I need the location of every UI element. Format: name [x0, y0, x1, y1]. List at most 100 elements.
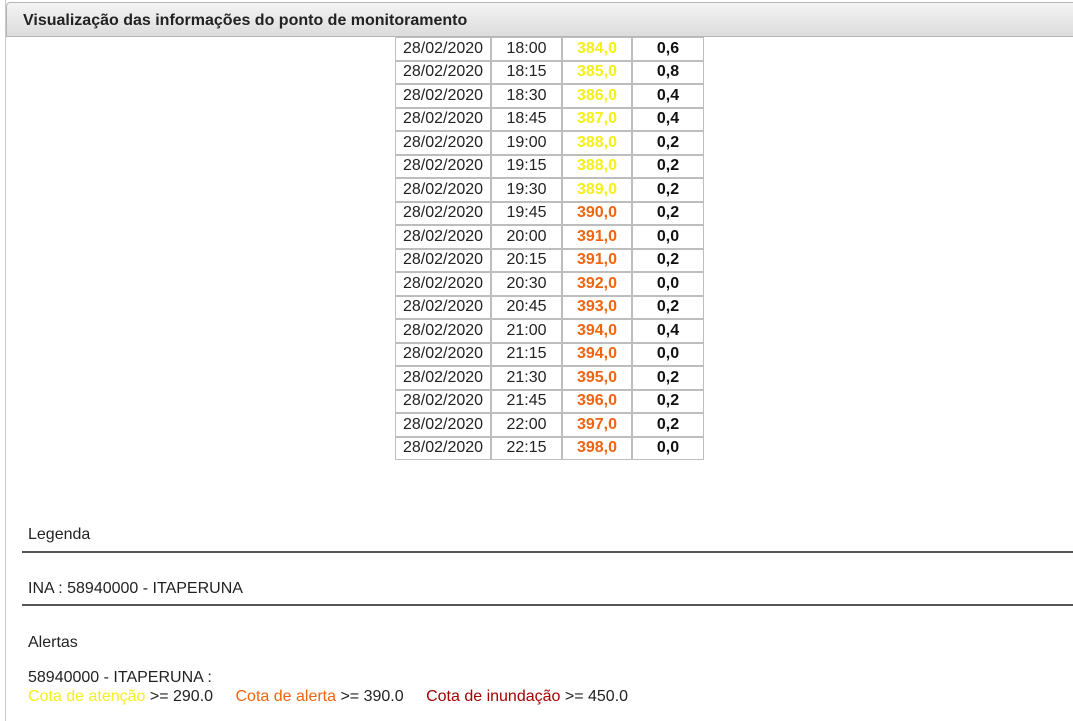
- level-cell: 388,0: [562, 154, 632, 178]
- table-row: 28/02/2020 21:00 394,0 0,4: [395, 319, 704, 343]
- alert-value: >= 390.0: [336, 688, 404, 705]
- alert-label: Cota de alerta: [235, 688, 337, 705]
- rain-cell: 0,4: [632, 319, 704, 343]
- attention-threshold: Cota de atenção >= 290.0: [28, 688, 213, 705]
- time-cell: 18:45: [491, 107, 562, 131]
- rain-cell: 0,2: [632, 178, 704, 202]
- alerts-station: 58940000 - ITAPERUNA :: [28, 669, 212, 686]
- alerts-thresholds: Cota de atenção >= 290.0 Cota de alerta …: [28, 688, 646, 706]
- legend-divider: [22, 551, 1073, 553]
- readings-table: 28/02/2020 18:00 384,0 0,6 28/02/2020 18:15 38…: [395, 37, 704, 460]
- flood-label: Cota de inundação: [426, 688, 561, 705]
- time-cell: 19:15: [491, 154, 562, 178]
- table-row: 28/02/2020 19:00 388,0 0,2: [395, 131, 704, 155]
- rain-cell: 0,4: [632, 107, 704, 131]
- level-cell: 388,0: [562, 131, 632, 155]
- table-row: 28/02/2020 21:30 395,0 0,2: [395, 366, 704, 390]
- time-cell: 19:30: [491, 178, 562, 202]
- legend-station: INA : 58940000 - ITAPERUNA: [28, 580, 243, 597]
- attention-value: >= 290.0: [145, 688, 214, 705]
- level-cell: 394,0: [562, 319, 632, 343]
- date-cell: 28/02/2020: [395, 131, 491, 155]
- date-cell: 28/02/2020: [395, 201, 491, 225]
- table-row: 28/02/2020 20:00 391,0 0,0: [395, 225, 704, 249]
- time-cell: 20:30: [491, 272, 562, 296]
- rain-cell: 0,2: [632, 131, 704, 155]
- time-cell: 20:45: [491, 295, 562, 319]
- time-cell: 19:00: [491, 131, 562, 155]
- rain-cell: 0,2: [632, 248, 704, 272]
- rain-cell: 0,8: [632, 60, 704, 84]
- date-cell: 28/02/2020: [395, 248, 491, 272]
- table-row: 28/02/2020 18:00 384,0 0,6: [395, 37, 704, 61]
- time-cell: 20:15: [491, 248, 562, 272]
- rain-cell: 0,6: [632, 37, 704, 61]
- date-cell: 28/02/2020: [395, 107, 491, 131]
- time-cell: 19:45: [491, 201, 562, 225]
- rain-cell: 0,2: [632, 413, 704, 437]
- date-cell: 28/02/2020: [395, 272, 491, 296]
- time-cell: 21:30: [491, 366, 562, 390]
- flood-value: >= 450.0: [560, 688, 629, 705]
- level-cell: 398,0: [562, 436, 632, 460]
- rain-cell: 0,2: [632, 154, 704, 178]
- time-cell: 18:00: [491, 37, 562, 61]
- date-cell: 28/02/2020: [395, 342, 491, 366]
- level-cell: 396,0: [562, 389, 632, 413]
- time-cell: 21:45: [491, 389, 562, 413]
- level-cell: 390,0: [562, 201, 632, 225]
- table-row: 28/02/2020 18:30 386,0 0,4: [395, 84, 704, 108]
- level-cell: 392,0: [562, 272, 632, 296]
- date-cell: 28/02/2020: [395, 60, 491, 84]
- panel-title: Visualização das informações do ponto de…: [23, 12, 468, 29]
- table-row: 28/02/2020 19:45 390,0 0,2: [395, 201, 704, 225]
- date-cell: 28/02/2020: [395, 178, 491, 202]
- rain-cell: 0,0: [632, 272, 704, 296]
- rain-cell: 0,2: [632, 389, 704, 413]
- date-cell: 28/02/2020: [395, 225, 491, 249]
- table-row: 28/02/2020 19:15 388,0 0,2: [395, 154, 704, 178]
- rain-cell: 0,0: [632, 225, 704, 249]
- rain-cell: 0,2: [632, 201, 704, 225]
- time-cell: 22:15: [491, 436, 562, 460]
- date-cell: 28/02/2020: [395, 389, 491, 413]
- rain-cell: 0,0: [632, 436, 704, 460]
- table-row: 28/02/2020 20:15 391,0 0,2: [395, 248, 704, 272]
- level-cell: 395,0: [562, 366, 632, 390]
- table-row: 28/02/2020 22:15 398,0 0,0: [395, 436, 704, 460]
- time-cell: 20:00: [491, 225, 562, 249]
- time-cell: 21:15: [491, 342, 562, 366]
- level-cell: 394,0: [562, 342, 632, 366]
- time-cell: 21:00: [491, 319, 562, 343]
- table-row: 28/02/2020 18:15 385,0 0,8: [395, 60, 704, 84]
- table-row: 28/02/2020 19:30 389,0 0,2: [395, 178, 704, 202]
- table-row: 28/02/2020 22:00 397,0 0,2: [395, 413, 704, 437]
- rain-cell: 0,2: [632, 295, 704, 319]
- monitoring-panel: Visualização das informações do ponto de…: [5, 0, 1073, 721]
- level-cell: 397,0: [562, 413, 632, 437]
- attention-label: Cota de atenção: [28, 688, 146, 705]
- time-cell: 18:30: [491, 84, 562, 108]
- time-cell: 18:15: [491, 60, 562, 84]
- level-cell: 393,0: [562, 295, 632, 319]
- panel-header: Visualização das informações do ponto de…: [6, 2, 1073, 37]
- level-cell: 386,0: [562, 84, 632, 108]
- date-cell: 28/02/2020: [395, 319, 491, 343]
- rain-cell: 0,2: [632, 366, 704, 390]
- date-cell: 28/02/2020: [395, 436, 491, 460]
- level-cell: 391,0: [562, 225, 632, 249]
- time-cell: 22:00: [491, 413, 562, 437]
- date-cell: 28/02/2020: [395, 413, 491, 437]
- alerts-heading: Alertas: [28, 634, 78, 651]
- level-cell: 389,0: [562, 178, 632, 202]
- station-divider: [22, 604, 1073, 606]
- date-cell: 28/02/2020: [395, 154, 491, 178]
- level-cell: 387,0: [562, 107, 632, 131]
- date-cell: 28/02/2020: [395, 366, 491, 390]
- level-cell: 391,0: [562, 248, 632, 272]
- rain-cell: 0,4: [632, 84, 704, 108]
- table-row: 28/02/2020 21:45 396,0 0,2: [395, 389, 704, 413]
- rain-cell: 0,0: [632, 342, 704, 366]
- level-cell: 384,0: [562, 37, 632, 61]
- table-row: 28/02/2020 20:45 393,0 0,2: [395, 295, 704, 319]
